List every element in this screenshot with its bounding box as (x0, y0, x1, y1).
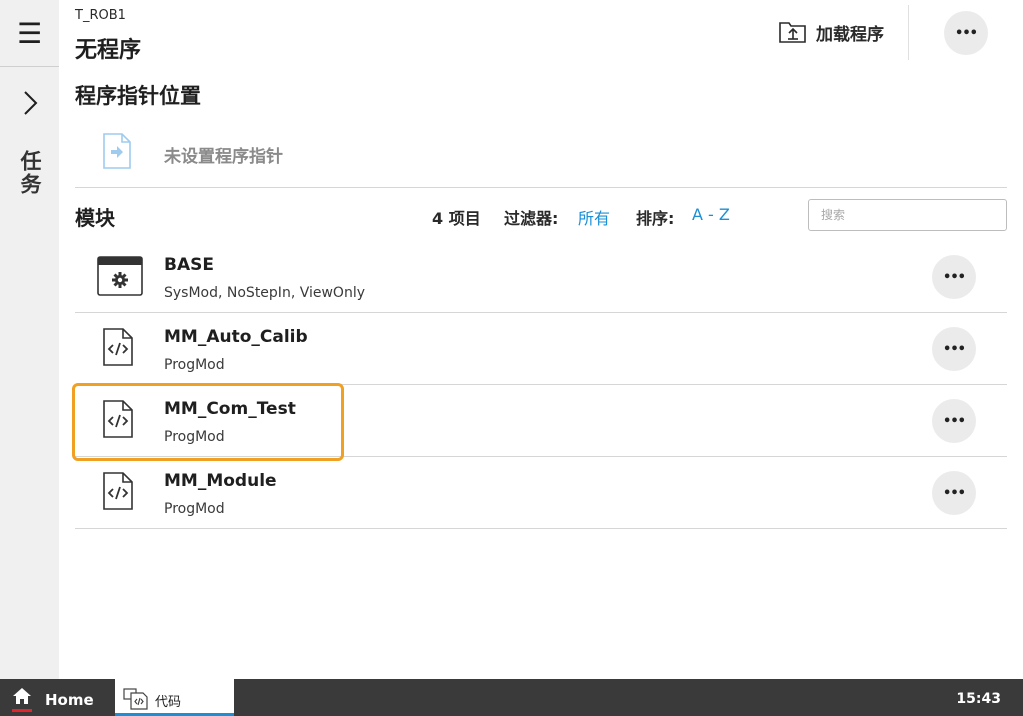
module-row-mm-auto-calib[interactable]: MM_Auto_Calib ProgMod ••• (75, 313, 1007, 385)
modules-count: 4 项目 (432, 209, 481, 228)
header-divider (908, 5, 909, 60)
module-name: MM_Com_Test (164, 399, 296, 419)
module-type: ProgMod (164, 429, 225, 445)
code-app-icon (123, 688, 148, 710)
module-name: MM_Module (164, 471, 277, 491)
clock: 15:43 (956, 691, 1001, 707)
hamburger-icon: ☰ (16, 16, 43, 50)
module-row-mm-module[interactable]: MM_Module ProgMod ••• (75, 457, 1007, 529)
home-active-indicator (12, 709, 32, 712)
program-pointer-icon (102, 132, 132, 174)
tasks-vertical-label[interactable]: 任务 (10, 150, 50, 196)
system-module-icon (97, 255, 143, 301)
more-icon: ••• (955, 25, 978, 41)
expand-panel-button[interactable] (0, 84, 59, 122)
module-type: ProgMod (164, 501, 225, 517)
taskbar: Home 代码 15:43 (0, 679, 1023, 716)
header-more-button[interactable]: ••• (944, 11, 988, 55)
code-file-icon (102, 327, 134, 371)
module-more-button[interactable]: ••• (932, 399, 976, 443)
more-icon: ••• (943, 413, 966, 429)
folder-upload-icon (779, 22, 806, 43)
module-name: MM_Auto_Calib (164, 327, 308, 347)
row-divider (75, 528, 1007, 529)
filter-dropdown[interactable]: 所有 (578, 205, 610, 229)
search-input[interactable] (808, 199, 1007, 231)
left-rail: ☰ 任务 (0, 0, 59, 679)
program-pointer-status: 未设置程序指针 (164, 147, 283, 167)
code-tab-label: 代码 (155, 695, 182, 710)
rail-divider (0, 66, 59, 67)
module-type: ProgMod (164, 357, 225, 373)
home-button[interactable]: Home (0, 679, 112, 716)
load-program-button[interactable]: 加载程序 (778, 17, 884, 47)
more-icon: ••• (943, 269, 966, 285)
program-pointer-title: 程序指针位置 (75, 84, 201, 108)
home-icon (13, 688, 31, 704)
module-more-button[interactable]: ••• (932, 471, 976, 515)
sort-label: 排序: (636, 209, 675, 228)
modules-title: 模块 (75, 206, 115, 230)
code-app-tab[interactable]: 代码 (115, 679, 234, 716)
page-title: 无程序 (75, 38, 142, 63)
code-file-icon (102, 399, 134, 443)
filter-label: 过滤器: (504, 209, 559, 228)
module-row-mm-com-test[interactable]: MM_Com_Test ProgMod ••• (75, 385, 1007, 457)
home-label: Home (45, 691, 94, 709)
code-file-icon (102, 471, 134, 515)
more-icon: ••• (943, 341, 966, 357)
task-name: T_ROB1 (75, 8, 126, 23)
sort-dropdown[interactable]: A - Z (692, 205, 730, 224)
load-program-label: 加载程序 (816, 24, 884, 45)
section-divider (75, 187, 1007, 188)
module-row-base[interactable]: BASE SysMod, NoStepIn, ViewOnly ••• (75, 241, 1007, 313)
module-type: SysMod, NoStepIn, ViewOnly (164, 285, 366, 301)
module-name: BASE (164, 255, 214, 275)
module-more-button[interactable]: ••• (932, 327, 976, 371)
chevron-right-icon (23, 91, 37, 115)
more-icon: ••• (943, 485, 966, 501)
module-more-button[interactable]: ••• (932, 255, 976, 299)
menu-button[interactable]: ☰ (0, 0, 59, 66)
